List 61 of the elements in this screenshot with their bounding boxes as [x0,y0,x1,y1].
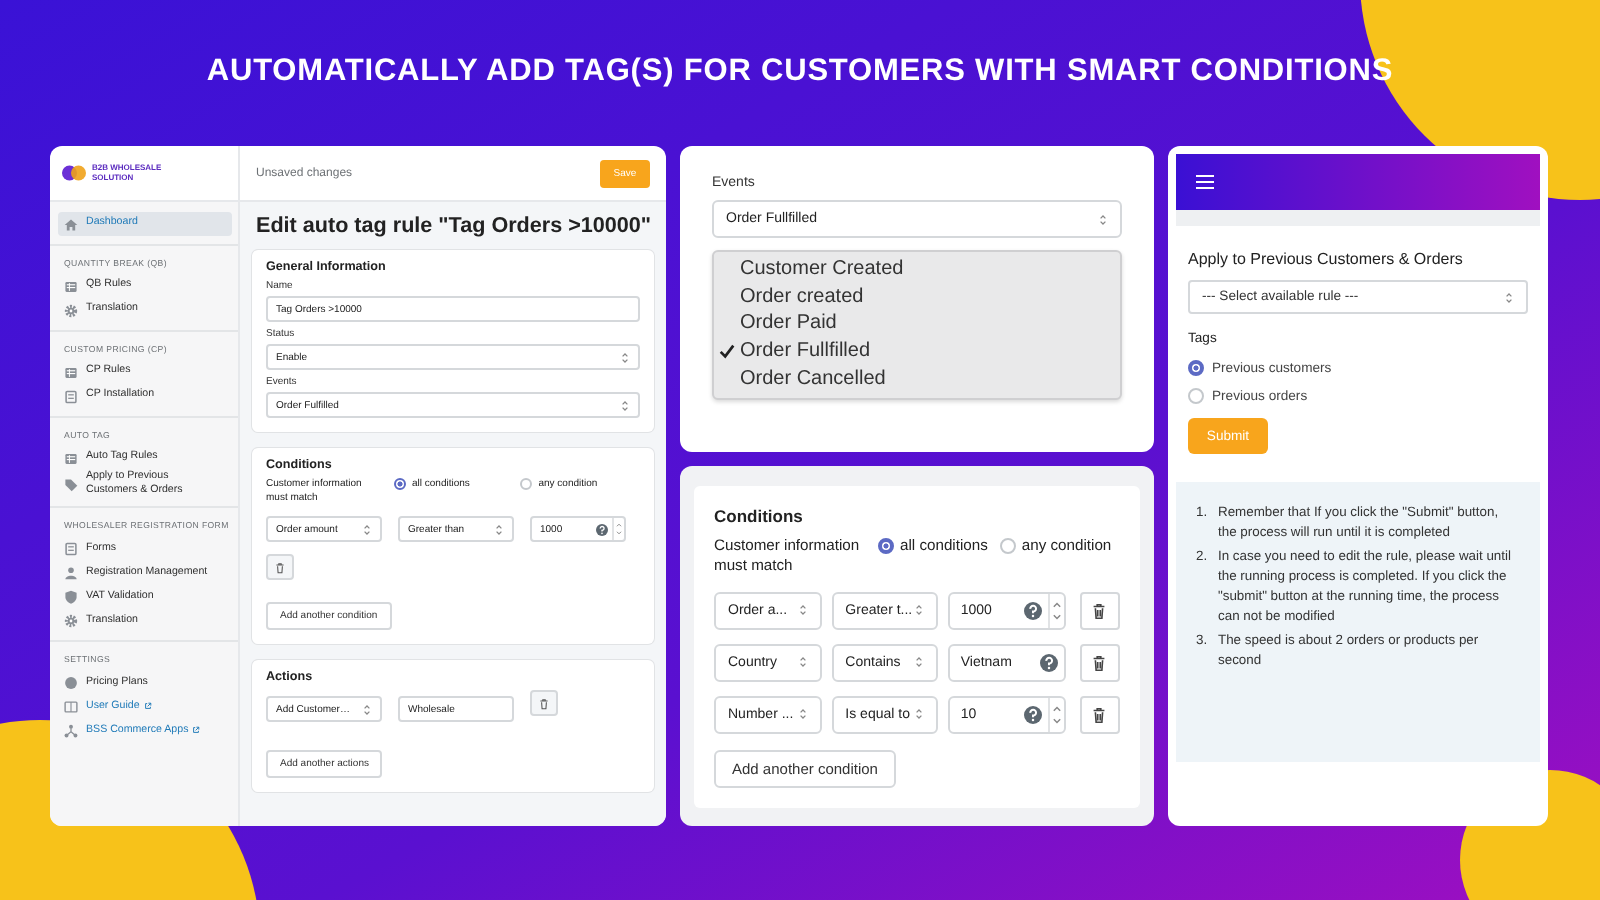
help-icon [1023,705,1042,723]
help-icon [596,523,608,535]
help-icon [1039,653,1058,671]
book-icon [64,699,78,714]
logo-icon [62,164,86,182]
updown-icon [1504,289,1514,305]
updown-icon [494,521,504,537]
tag-icon [64,477,78,492]
trash-icon [1090,601,1109,619]
home-icon [64,217,78,231]
trash-icon [538,697,550,709]
menu-icon[interactable] [1196,174,1214,190]
person-icon [64,565,78,580]
check-icon [718,342,736,361]
updown-icon [797,654,808,670]
updown-icon [914,602,925,618]
stepper-icon [1047,697,1064,731]
help-icon [1023,601,1042,619]
trash-icon [1090,705,1109,723]
gear-icon [64,303,78,317]
list-icon [64,365,78,379]
external-link-icon [143,701,152,710]
network-icon [64,723,78,738]
form-icon [64,541,78,556]
updown-icon [1098,211,1108,227]
radio-button[interactable] [1188,360,1204,376]
updown-icon [914,706,925,722]
dropdown-option[interactable]: Order Cancelled [740,365,886,394]
radio-button[interactable] [520,478,533,490]
shield-icon [64,589,78,604]
gear-icon [64,613,78,628]
dropdown-option[interactable]: Order Paid [740,310,837,339]
radio-button[interactable] [394,478,406,490]
form-icon [64,389,78,403]
stepper-icon [612,518,624,540]
trash-icon [1090,653,1109,671]
delete-button[interactable] [1079,695,1121,733]
list-icon [64,451,78,465]
updown-icon [362,701,372,717]
card-heading: Conditions [714,506,805,526]
radio-button[interactable] [999,537,1016,553]
radio-button[interactable] [878,537,894,553]
updown-icon [620,397,630,413]
updown-icon [620,349,630,365]
trash-icon [274,561,286,573]
radio-button[interactable] [1188,388,1204,404]
dropdown-option[interactable]: Customer Created [740,256,904,284]
updown-icon [797,602,808,618]
page-title: Edit auto tag rule "Tag Orders >10000" [256,214,654,238]
dropdown-option[interactable]: Order Fullfilled [740,338,871,366]
delete-button[interactable] [1079,643,1121,681]
updown-icon [914,654,925,670]
list-icon [64,279,78,293]
updown-icon [362,521,372,537]
dropdown-option[interactable]: Order created [740,283,864,311]
delete-button[interactable] [1079,591,1121,629]
stepper-icon [1047,593,1064,627]
updown-icon [797,706,808,722]
panel-title: Apply to Previous Customers & Orders [1188,250,1465,268]
external-link-icon [192,725,201,734]
coin-icon [64,675,78,690]
